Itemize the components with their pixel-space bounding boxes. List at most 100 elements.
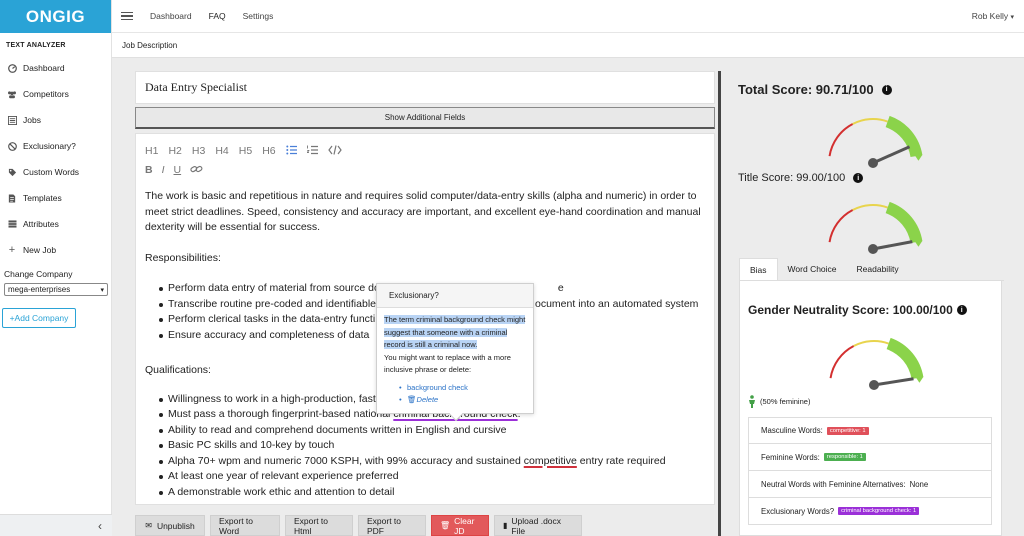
sidebar-item-attributes[interactable]: Attributes [0, 211, 111, 237]
h3-button[interactable]: H3 [192, 145, 205, 157]
total-score: Total Score: 90.71/100 i [738, 82, 892, 97]
file-icon: ▮ [503, 521, 508, 530]
sidebar-item-jobs[interactable]: Jobs [0, 107, 111, 133]
list-item: Alpha 70+ wpm and numeric 7000 KSPH, wit… [159, 454, 705, 470]
bias-panel: Gender Neutrality Score: 100.00/100 i (5… [739, 281, 1002, 536]
list-item: At least one year of relevant experience… [159, 469, 705, 485]
exclusionary-word-badge[interactable]: criminal background check: 1 [838, 507, 920, 515]
table-icon [7, 219, 17, 229]
code-icon[interactable] [327, 144, 342, 158]
gauge-hub [868, 158, 878, 168]
job-title-input[interactable]: Data Entry Specialist [135, 71, 715, 104]
bullet-list-icon[interactable] [285, 145, 297, 158]
h6-button[interactable]: H6 [262, 145, 275, 157]
export-word-button[interactable]: Export to Word [210, 515, 280, 536]
sidebar-item-dashboard[interactable]: Dashboard [0, 55, 111, 81]
sidebar-item-competitors[interactable]: Competitors [0, 81, 111, 107]
exclusionary-words-row: Exclusionary Words? criminal background … [748, 498, 992, 525]
feminine-percentage: (50% feminine) [748, 395, 810, 408]
neutral-words-row: Neutral Words with Feminine Alternatives… [748, 471, 992, 498]
sidebar-item-label: Dashboard [23, 63, 65, 73]
feminine-word-badge[interactable]: responsible: 1 [823, 453, 866, 461]
bold-icon[interactable]: B [145, 164, 153, 176]
sidebar-item-new-job[interactable]: + New Job [0, 237, 111, 263]
add-company-button[interactable]: +Add Company [2, 308, 76, 328]
nav-faq[interactable]: FAQ [209, 11, 226, 21]
collapse-sidebar-button[interactable]: ‹ [0, 514, 112, 536]
tab-word-choice[interactable]: Word Choice [778, 258, 847, 280]
score-panel: Total Score: 90.71/100 i Title Score: 99… [729, 71, 1024, 536]
list-item: A demonstrable work ethic and attention … [159, 485, 705, 501]
sidebar-item-label: Competitors [23, 89, 69, 99]
sidebar-section-title: TEXT ANALYZER [6, 42, 66, 49]
company-select[interactable]: mega-enterprises ▾ [4, 283, 108, 296]
masculine-words-row: Masculine Words: competitive: 1 [748, 417, 992, 444]
chevron-down-icon: ▾ [100, 286, 104, 294]
intro-paragraph: The work is basic and repetitious in nat… [145, 190, 701, 233]
h2-button[interactable]: H2 [168, 145, 181, 157]
link-icon[interactable] [190, 164, 203, 177]
numbered-list-icon[interactable] [306, 145, 318, 158]
title-score-gauge [828, 201, 923, 254]
gauge-end-marker [915, 376, 924, 383]
sidebar-item-label: Templates [23, 193, 62, 203]
analysis-tabs: Bias Word Choice Readability [739, 258, 1004, 281]
gauge-needle [873, 377, 914, 387]
trash-icon: 🗑 [407, 395, 417, 404]
h4-button[interactable]: H4 [215, 145, 228, 157]
action-bar: ✉ Unpublish Export to Word Export to Html… [135, 515, 715, 536]
user-menu[interactable]: Rob Kelly ▾ [972, 11, 1014, 21]
gauge-end-marker [914, 154, 923, 161]
unpublish-button[interactable]: ✉ Unpublish [135, 515, 205, 536]
masculine-word-badge[interactable]: competitive: 1 [826, 426, 869, 435]
sidebar-item-label: New Job [23, 245, 57, 255]
replace-suggestion-link[interactable]: background check [399, 382, 527, 395]
chevron-left-icon: ‹ [98, 518, 102, 533]
nav-dashboard[interactable]: Dashboard [150, 11, 192, 21]
h5-button[interactable]: H5 [239, 145, 252, 157]
panel-divider[interactable] [718, 71, 721, 536]
menu-icon[interactable] [121, 11, 133, 21]
plus-icon: + [8, 244, 16, 256]
envelope-icon: ✉ [145, 521, 152, 530]
sidebar-item-exclusionary[interactable]: Exclusionary? [0, 133, 111, 159]
tab-readability[interactable]: Readability [847, 258, 909, 280]
sidebar-item-templates[interactable]: Templates [0, 185, 111, 211]
title-score: Title Score: 99.00/100 i [738, 172, 864, 184]
info-icon[interactable]: i [956, 305, 967, 315]
document-icon [7, 193, 17, 203]
sidebar-item-label: Exclusionary? [23, 141, 76, 151]
export-html-button[interactable]: Export to Html [285, 515, 353, 536]
users-icon [7, 89, 17, 99]
gauge-needle [872, 145, 911, 165]
clear-jd-button[interactable]: 🗑 Clear JD [431, 515, 489, 536]
main-area: Data Entry Specialist Show Additional Fi… [112, 58, 1024, 536]
italic-icon[interactable]: I [162, 164, 165, 176]
flagged-word-masculine[interactable]: competitive [524, 455, 577, 467]
info-icon[interactable]: i [853, 173, 864, 183]
nav-settings[interactable]: Settings [243, 11, 274, 21]
breadcrumb: Job Description [112, 33, 1024, 58]
editor-format-toolbar: B I U [145, 161, 705, 179]
dashboard-icon [7, 63, 17, 73]
gauge-end-marker [914, 240, 923, 247]
info-icon[interactable]: i [881, 84, 892, 95]
delete-link[interactable]: 🗑Delete [399, 394, 527, 407]
popover-title: Exclusionary? [377, 284, 533, 308]
list-icon [7, 115, 17, 125]
gender-neutrality-score: Gender Neutrality Score: 100.00/100 i [748, 303, 967, 317]
company-select-value: mega-enterprises [8, 285, 71, 294]
underline-icon[interactable]: U [174, 164, 182, 176]
tab-bias[interactable]: Bias [739, 258, 778, 280]
export-pdf-button[interactable]: Export to PDF [358, 515, 426, 536]
upload-docx-button[interactable]: ▮ Upload .docx File [494, 515, 582, 536]
sidebar-item-label: Jobs [23, 115, 41, 125]
sidebar-item-custom-words[interactable]: Custom Words [0, 159, 111, 185]
popover-highlighted-text: The term criminal background check might… [384, 315, 526, 349]
top-bar: Dashboard FAQ Settings Rob Kelly ▾ [112, 0, 1024, 33]
show-additional-fields-button[interactable]: Show Additional Fields [135, 107, 715, 129]
total-score-gauge [828, 115, 923, 168]
sidebar: ONGIG TEXT ANALYZER Dashboard Competitor… [0, 0, 112, 536]
logo[interactable]: ONGIG [0, 0, 111, 33]
h1-button[interactable]: H1 [145, 145, 158, 157]
